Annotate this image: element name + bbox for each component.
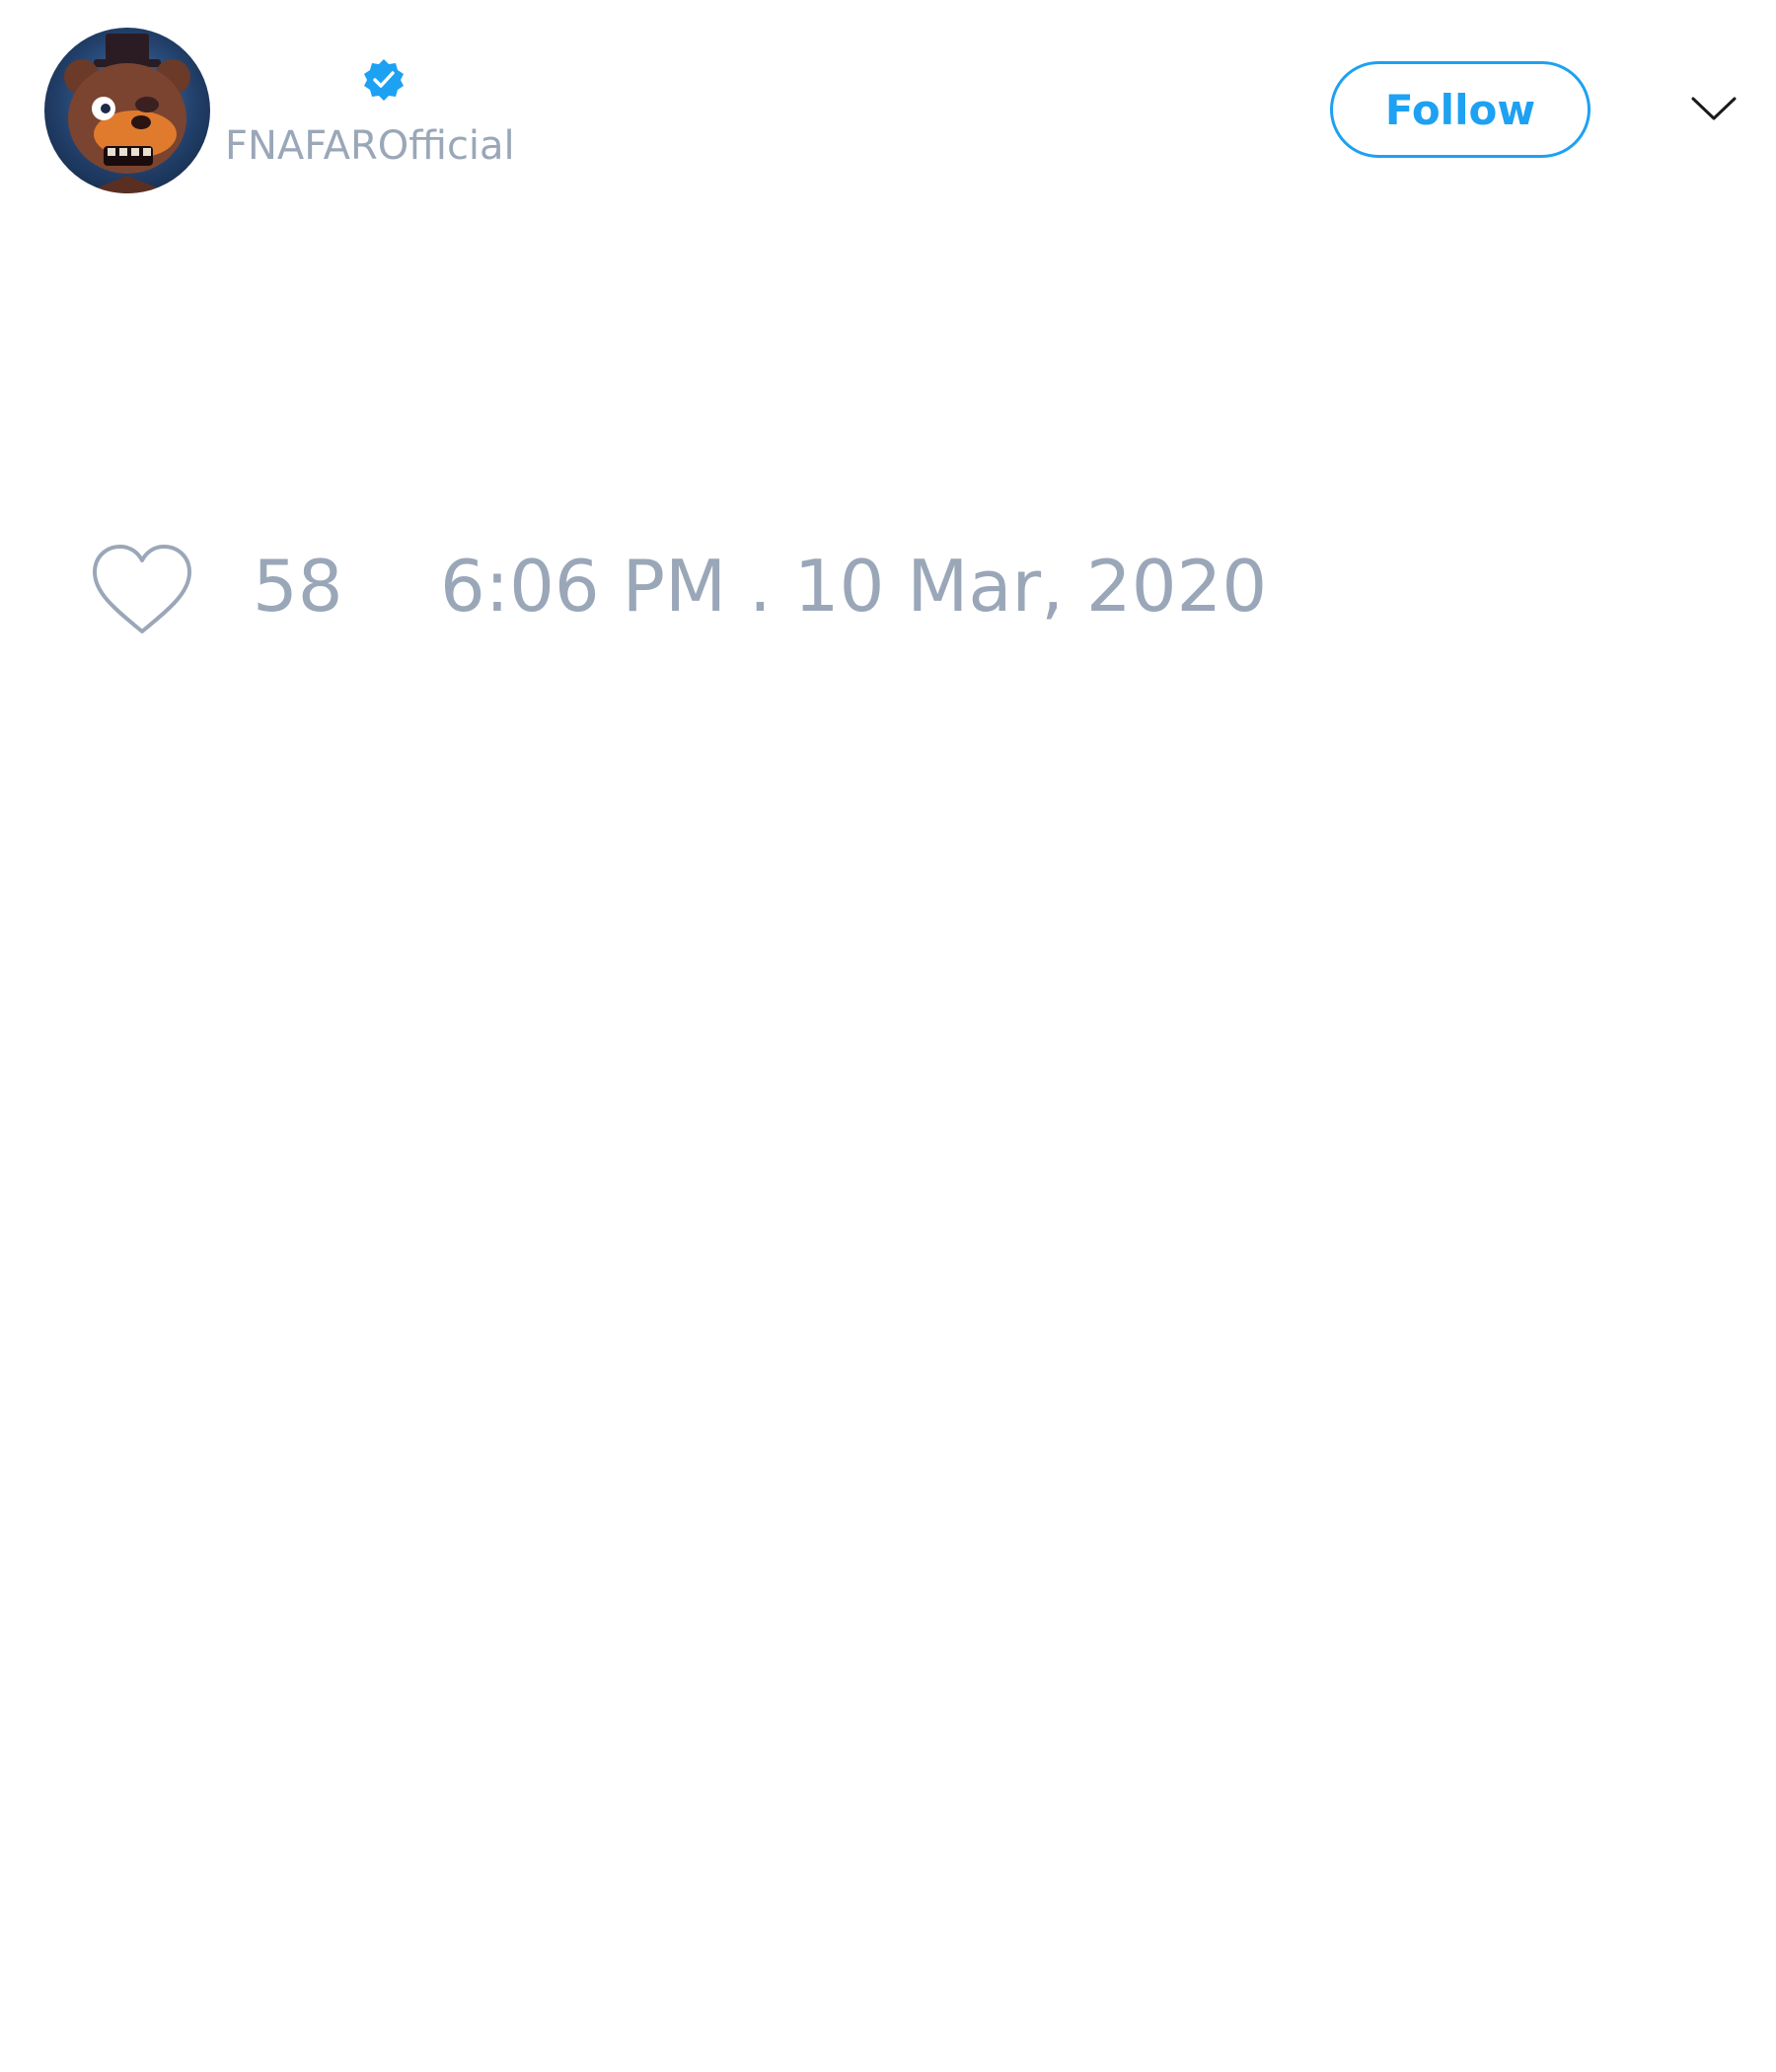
tweet-header: FNAFAROfficial Follow [0,0,1776,217]
verified-badge-icon [361,57,407,103]
avatar[interactable] [44,28,210,193]
follow-button[interactable]: Follow [1330,61,1591,158]
chevron-down-icon[interactable] [1689,89,1739,128]
like-count: 58 [253,545,343,628]
tweet-footer: 58 6:06 PM . 10 Mar, 2020 [0,533,1776,651]
timestamp[interactable]: 6:06 PM . 10 Mar, 2020 [440,551,1267,622]
author-handle[interactable]: FNAFAROfficial [225,126,515,166]
heart-icon[interactable] [89,543,195,639]
animatronic-bear-icon [64,34,190,193]
